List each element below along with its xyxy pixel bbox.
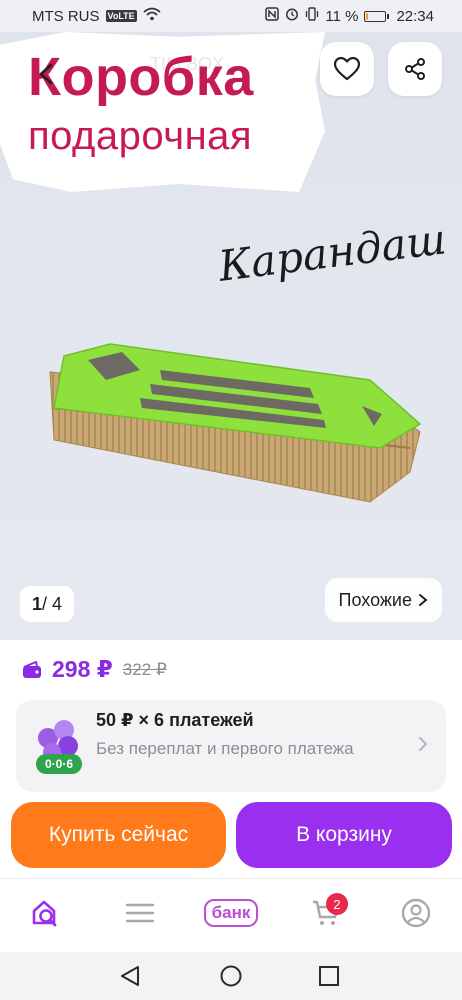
nav-profile[interactable]	[398, 895, 434, 931]
chevron-left-icon	[39, 63, 53, 85]
nav-catalog[interactable]	[122, 895, 158, 931]
volte-badge: VoLTE	[105, 10, 137, 22]
add-to-cart-button[interactable]: В корзину	[236, 802, 452, 868]
system-home-icon[interactable]	[219, 964, 243, 988]
system-back-icon[interactable]	[118, 964, 142, 988]
image-counter: 1 / 4	[20, 586, 75, 622]
product-image-gallery[interactable]: TIM BOX Коробка подарочная Карандаш 1 / …	[0, 32, 462, 640]
menu-icon	[125, 903, 155, 923]
chevron-right-icon	[419, 594, 428, 606]
share-button[interactable]	[388, 42, 442, 96]
system-navigation-bar	[0, 952, 462, 1000]
alarm-icon	[285, 7, 299, 25]
back-button[interactable]	[28, 56, 64, 92]
carrier-name: MTS RUS	[32, 7, 100, 25]
favorite-button[interactable]	[320, 42, 374, 96]
installment-badge: 0·0·6	[36, 754, 82, 774]
pencil-box-illustration	[49, 343, 422, 503]
buy-now-button[interactable]: Купить сейчас	[11, 802, 226, 868]
bottom-navigation: банк 2	[0, 878, 462, 952]
wifi-icon	[143, 7, 161, 25]
vibrate-icon	[305, 7, 319, 25]
system-recents-icon[interactable]	[317, 964, 341, 988]
nav-home-search[interactable]	[28, 895, 64, 931]
price-row: 298 ₽ 322 ₽	[22, 656, 167, 683]
installment-title: 50 ₽ × 6 платежей	[96, 710, 254, 730]
cart-count-badge: 2	[326, 893, 348, 915]
nav-bank[interactable]: банк	[196, 895, 266, 931]
share-icon	[405, 58, 425, 80]
nfc-icon	[265, 7, 280, 25]
heart-icon	[334, 57, 360, 81]
installment-subtitle: Без переплат и первого платежа	[96, 739, 354, 758]
old-price: 322 ₽	[122, 659, 167, 679]
battery-icon	[364, 10, 390, 22]
image-counter-current: 1	[32, 593, 43, 614]
installment-plan-card[interactable]: 0·0·6 50 ₽ × 6 платежей Без переплат и п…	[16, 700, 446, 792]
image-counter-total: / 4	[42, 593, 63, 614]
clock: 22:34	[396, 7, 434, 25]
chevron-right-icon	[419, 737, 428, 751]
status-bar: MTS RUS VoLTE 11 % 22:34	[0, 0, 462, 32]
wallet-icon	[23, 660, 41, 678]
image-script-caption: Карандаш	[215, 214, 449, 291]
bank-label: банк	[203, 899, 259, 927]
image-title-line2: подарочная	[28, 114, 253, 158]
battery-percent: 11 %	[325, 7, 359, 25]
profile-icon	[401, 898, 431, 928]
current-price: 298 ₽	[52, 656, 113, 682]
similar-label: Похожие	[338, 589, 412, 610]
home-search-icon	[32, 900, 57, 927]
similar-products-button[interactable]: Похожие	[324, 578, 442, 622]
